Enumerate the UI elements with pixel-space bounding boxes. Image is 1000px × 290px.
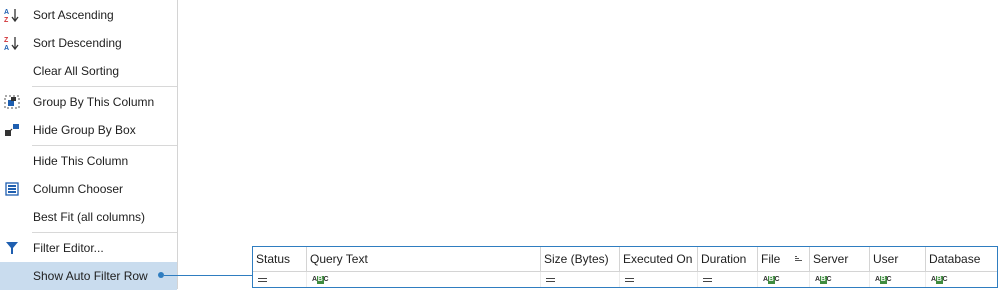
equals-condition-icon (703, 278, 712, 282)
column-header-label: File (761, 252, 781, 266)
svg-text:Z: Z (4, 37, 9, 44)
svg-text:A: A (4, 9, 9, 16)
column-chooser-icon (3, 181, 21, 197)
svg-text:A: A (4, 45, 9, 51)
auto-filter-cell-duration[interactable] (698, 272, 758, 287)
contains-condition-icon: ABC (312, 276, 329, 284)
auto-filter-cell-server[interactable]: ABC (810, 272, 870, 287)
column-context-menu: A Z Sort Ascending Z A Sort Descending C… (0, 0, 178, 290)
equals-condition-icon (546, 278, 555, 282)
column-header-user[interactable]: User (870, 247, 926, 271)
column-header-database[interactable]: Database (926, 247, 997, 271)
contains-condition-icon: ABC (931, 276, 948, 284)
menu-item-label: Show Auto Filter Row (33, 269, 148, 283)
menu-item-best-fit[interactable]: Best Fit (all columns) (0, 203, 177, 231)
callout-connector-line (164, 275, 253, 276)
menu-item-label: Group By This Column (33, 95, 155, 109)
auto-filter-cell-size-bytes[interactable] (541, 272, 620, 287)
menu-item-clear-all-sorting[interactable]: Clear All Sorting (0, 57, 177, 85)
menu-item-label: Best Fit (all columns) (33, 210, 146, 224)
auto-filter-cell-status[interactable] (253, 272, 307, 287)
column-header-label: Database (929, 252, 981, 266)
sort-ascending-icon: A Z (3, 7, 21, 23)
menu-separator (32, 145, 177, 146)
menu-item-show-auto-filter-row[interactable]: Show Auto Filter Row (0, 262, 177, 290)
column-header-duration[interactable]: Duration (698, 247, 758, 271)
column-header-label: Query Text (310, 252, 368, 266)
callout-connector-dot (158, 272, 164, 278)
auto-filter-cell-executed-on[interactable] (620, 272, 698, 287)
menu-item-label: Hide This Column (33, 154, 129, 168)
auto-filter-cell-query-text[interactable]: ABC (307, 272, 541, 287)
column-header-label: Executed On (623, 252, 693, 266)
menu-item-label: Hide Group By Box (33, 123, 136, 137)
auto-filter-cell-user[interactable]: ABC (870, 272, 926, 287)
menu-item-hide-this-column[interactable]: Hide This Column (0, 147, 177, 175)
contains-condition-icon: ABC (815, 276, 832, 284)
column-header-label: User (873, 252, 899, 266)
menu-item-hide-group-by-box[interactable]: Hide Group By Box (0, 116, 177, 144)
menu-item-label: Filter Editor... (33, 241, 104, 255)
column-header-query-text[interactable]: Query Text (307, 247, 541, 271)
column-header-label: Server (813, 252, 849, 266)
filter-icon (3, 240, 21, 256)
menu-separator (32, 86, 177, 87)
contains-condition-icon: ABC (763, 276, 780, 284)
column-header-status[interactable]: Status (253, 247, 307, 271)
menu-item-label: Clear All Sorting (33, 64, 120, 78)
auto-filter-cell-file[interactable]: ABC (758, 272, 810, 287)
menu-item-sort-ascending[interactable]: A Z Sort Ascending (0, 1, 177, 29)
equals-condition-icon (258, 278, 267, 282)
svg-text:Z: Z (4, 17, 9, 23)
menu-item-column-chooser[interactable]: Column Chooser (0, 175, 177, 203)
menu-item-label: Column Chooser (33, 182, 124, 196)
column-header-label: Status (256, 252, 291, 266)
menu-item-label: Sort Descending (33, 36, 122, 50)
column-header-server[interactable]: Server (810, 247, 870, 271)
group-by-icon (3, 94, 21, 110)
column-header-size-bytes[interactable]: Size (Bytes) (541, 247, 620, 271)
sort-descending-icon: Z A (3, 35, 21, 51)
auto-filter-cell-database[interactable]: ABC (926, 272, 997, 287)
equals-condition-icon (625, 278, 634, 282)
hide-group-box-icon (3, 122, 21, 138)
column-header-file[interactable]: File (758, 247, 810, 271)
column-header-label: Duration (701, 252, 747, 266)
menu-separator (32, 232, 177, 233)
data-grid: Status Query Text Size (Bytes) Executed … (252, 246, 998, 288)
column-header-executed-on[interactable]: Executed On (620, 247, 698, 271)
contains-condition-icon: ABC (875, 276, 892, 284)
menu-item-label: Sort Ascending (33, 8, 114, 22)
column-filter-icon[interactable] (795, 256, 803, 262)
menu-item-group-by-this-column[interactable]: Group By This Column (0, 88, 177, 116)
column-header-label: Size (Bytes) (544, 252, 609, 266)
menu-item-filter-editor[interactable]: Filter Editor... (0, 234, 177, 262)
menu-item-sort-descending[interactable]: Z A Sort Descending (0, 29, 177, 57)
